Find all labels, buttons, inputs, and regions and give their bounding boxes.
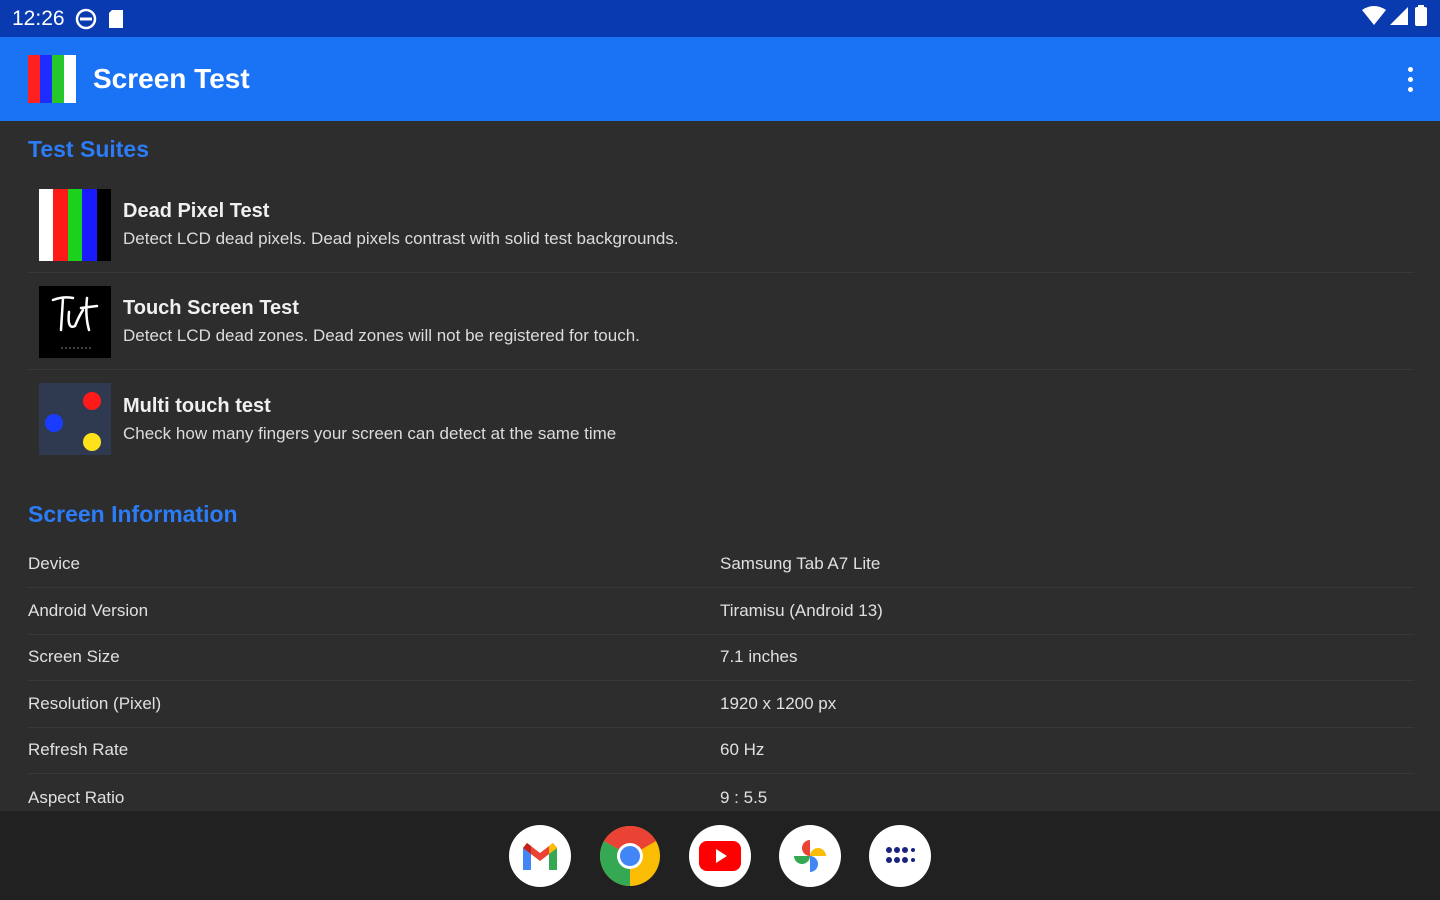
signal-icon [1390,6,1410,31]
info-label: Device [28,554,80,573]
suite-title: Touch Screen Test [123,297,299,319]
info-value: Samsung Tab A7 Lite [720,554,881,573]
suite-title: Multi touch test [123,394,271,417]
status-bar: 12:26 [0,0,1440,37]
dead-pixel-thumbnail-icon [39,188,111,261]
app-logo-icon [28,55,76,103]
status-time: 12:26 [12,6,65,30]
info-label: Resolution (Pixel) [28,694,162,713]
info-label: Aspect Ratio [28,787,125,807]
sd-card-icon [107,9,125,29]
info-row-device: Device Samsung Tab A7 Lite [28,541,1414,588]
wifi-icon [1362,6,1386,31]
screen-information-heading: Screen Information [28,501,238,527]
app-bar: Screen Test [0,37,1440,121]
status-right-icons [1362,5,1428,32]
app-drawer-icon[interactable] [869,825,931,887]
multi-touch-thumbnail-icon [39,383,111,455]
app-title: Screen Test [93,63,250,94]
photos-icon[interactable] [779,825,841,887]
info-row-resolution: Resolution (Pixel) 1920 x 1200 px [28,681,1414,728]
touch-test-thumbnail-icon [39,285,111,358]
info-row-aspect-ratio: Aspect Ratio 9 : 5.5 [28,774,1414,811]
info-row-screen-size: Screen Size 7.1 inches [28,634,1414,681]
youtube-icon[interactable] [689,825,751,887]
info-value: Tiramisu (Android 13) [720,601,883,620]
info-value: 1920 x 1200 px [720,694,837,713]
overflow-menu-icon[interactable] [1398,55,1422,103]
gmail-icon[interactable] [509,825,571,887]
suite-description: Check how many fingers your screen can d… [123,423,617,443]
suite-title: Dead Pixel Test [123,200,270,222]
suite-item-multi-touch-test[interactable]: Multi touch test Check how many fingers … [28,371,1414,467]
suite-description: Detect LCD dead pixels. Dead pixels cont… [123,229,679,248]
vpn-icon [75,8,97,30]
info-label: Screen Size [28,647,120,666]
info-value: 7.1 inches [720,647,798,666]
test-suites-heading: Test Suites [28,136,149,162]
suite-description: Detect LCD dead zones. Dead zones will n… [123,326,640,345]
suite-item-dead-pixel-test[interactable]: Dead Pixel Test Detect LCD dead pixels. … [28,177,1414,273]
info-row-android-version: Android Version Tiramisu (Android 13) [28,588,1414,635]
taskbar-dock [0,811,1440,900]
info-value: 60 Hz [720,740,765,759]
suite-item-touch-screen-test[interactable]: Touch Screen Test Detect LCD dead zones.… [28,274,1414,370]
main-content[interactable]: Test Suites Dead Pixel Test Detect LCD d… [0,121,1440,811]
info-label: Android Version [28,601,149,620]
info-value: 9 : 5.5 [720,787,768,807]
info-row-refresh-rate: Refresh Rate 60 Hz [28,727,1414,774]
chrome-icon[interactable] [599,825,661,887]
info-label: Refresh Rate [28,740,129,759]
battery-icon [1414,5,1428,32]
